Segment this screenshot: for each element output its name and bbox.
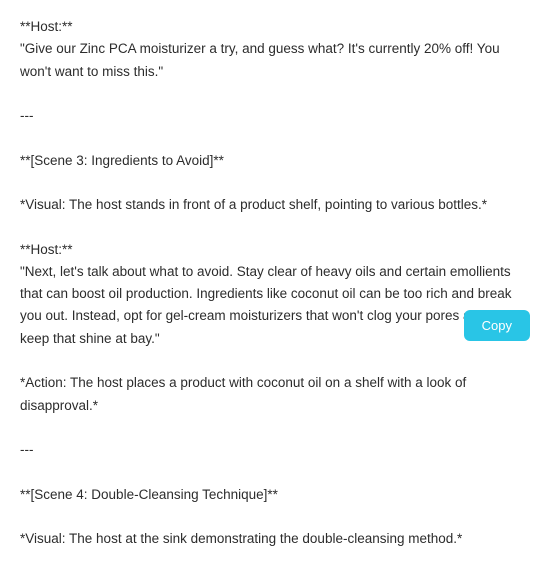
content-area: **Host:** "Give our Zinc PCA moisturizer… bbox=[0, 0, 546, 570]
script-text: **Host:** "Give our Zinc PCA moisturizer… bbox=[20, 16, 526, 550]
copy-button[interactable]: Copy bbox=[464, 310, 530, 341]
